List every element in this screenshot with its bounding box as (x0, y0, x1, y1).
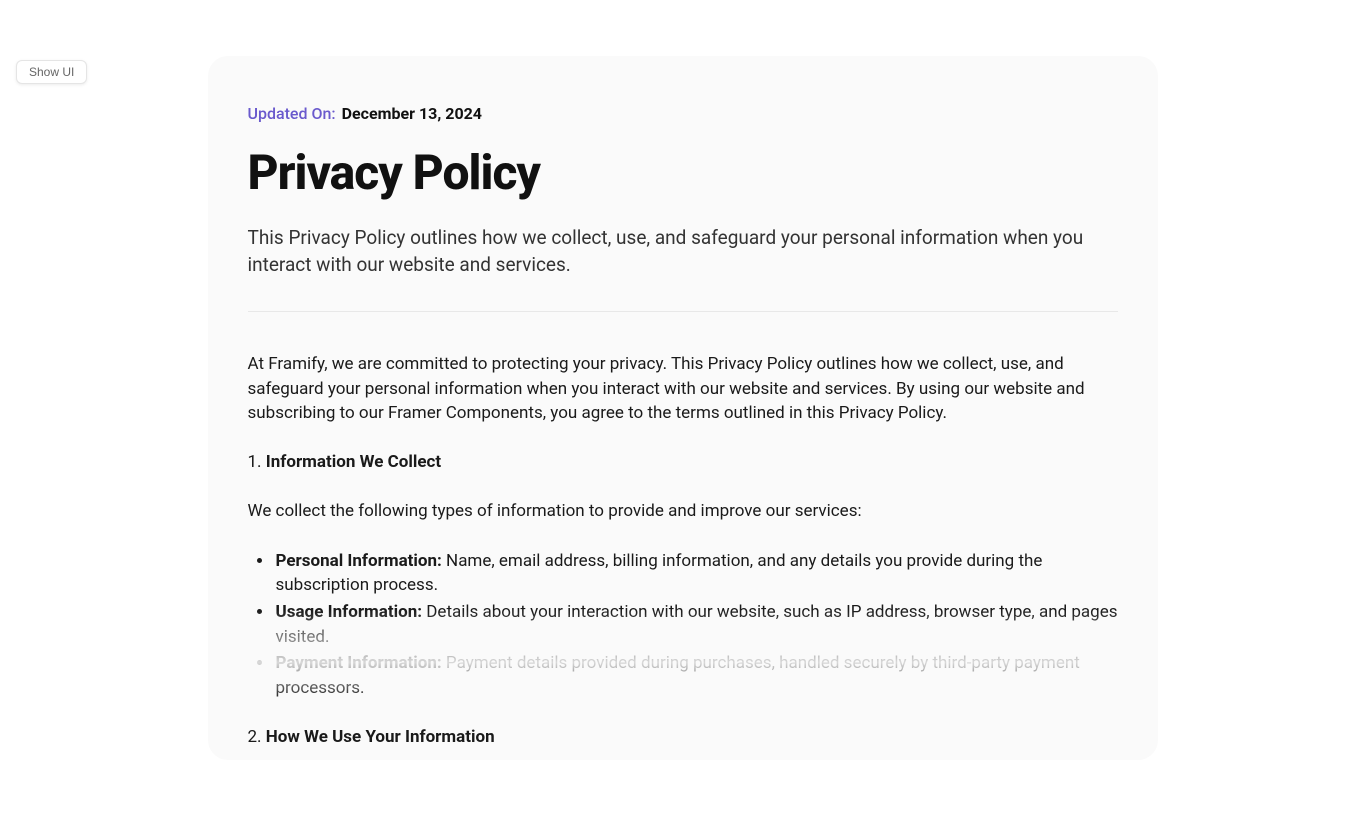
opening-paragraph: At Framify, we are committed to protecti… (248, 352, 1118, 426)
list-item: Usage Information: Details about your in… (274, 600, 1118, 649)
bullet-title: Payment Information: (276, 653, 442, 673)
page-title: Privacy Policy (248, 147, 1118, 200)
updated-meta: Updated On: December 13, 2024 (248, 104, 1118, 123)
bullet-title: Personal Information: (276, 551, 442, 571)
section-1-lead: We collect the following types of inform… (248, 499, 1118, 525)
section-1-bullets: Personal Information: Name, email addres… (248, 549, 1118, 701)
section-title: How We Use Your Information (266, 727, 495, 747)
updated-date: December 13, 2024 (342, 104, 482, 123)
section-heading-1: 1. Information We Collect (248, 450, 1118, 476)
bullet-title: Usage Information: (276, 602, 423, 622)
section-number: 1. (248, 452, 262, 472)
show-ui-button[interactable]: Show UI (16, 60, 87, 84)
intro-paragraph: This Privacy Policy outlines how we coll… (248, 224, 1118, 279)
updated-on-label: Updated On: (248, 104, 336, 123)
document-card: Updated On: December 13, 2024 Privacy Po… (208, 56, 1158, 760)
list-item: Payment Information: Payment details pro… (274, 651, 1118, 700)
section-heading-2: 2. How We Use Your Information (248, 725, 1118, 751)
divider (248, 311, 1118, 312)
section-number: 2. (248, 727, 262, 747)
section-title: Information We Collect (266, 452, 441, 472)
list-item: Personal Information: Name, email addres… (274, 549, 1118, 598)
